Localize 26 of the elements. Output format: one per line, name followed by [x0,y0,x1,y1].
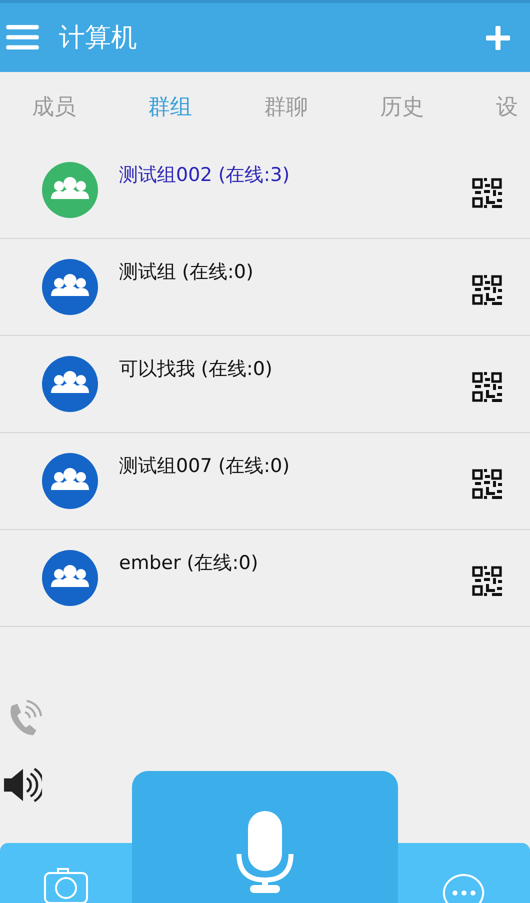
group-name: 测试组002 (在线:3) [119,163,291,188]
speaker-icon[interactable] [4,765,42,805]
group-name: 测试组007 (在线:0) [119,454,291,479]
group-avatar-icon [42,550,98,606]
group-row[interactable]: 测试组 (在线:0) [0,239,530,336]
qr-code-icon[interactable] [472,566,502,596]
app-title: 计算机 [59,22,138,55]
group-name: 测试组 (在线:0) [119,260,254,285]
group-name: 可以找我 (在线:0) [119,357,274,382]
group-row[interactable]: ember (在线:0) [0,530,530,627]
qr-code-icon[interactable] [472,469,502,499]
group-avatar-icon [42,356,98,412]
qr-code-icon[interactable] [472,275,502,305]
group-avatar-icon [42,453,98,509]
qr-code-icon[interactable] [472,178,502,208]
group-row[interactable]: 测试组002 (在线:3) [0,142,530,239]
group-row[interactable]: 可以找我 (在线:0) [0,336,530,433]
group-avatar-icon [42,162,98,218]
camera-icon [44,866,88,903]
menu-icon[interactable] [6,25,39,50]
qr-code-icon[interactable] [472,372,502,402]
microphone-icon [235,811,295,893]
group-row[interactable]: 测试组007 (在线:0) [0,433,530,530]
group-name: ember (在线:0) [119,551,260,576]
add-icon[interactable] [486,26,510,50]
group-avatar-icon [42,259,98,315]
